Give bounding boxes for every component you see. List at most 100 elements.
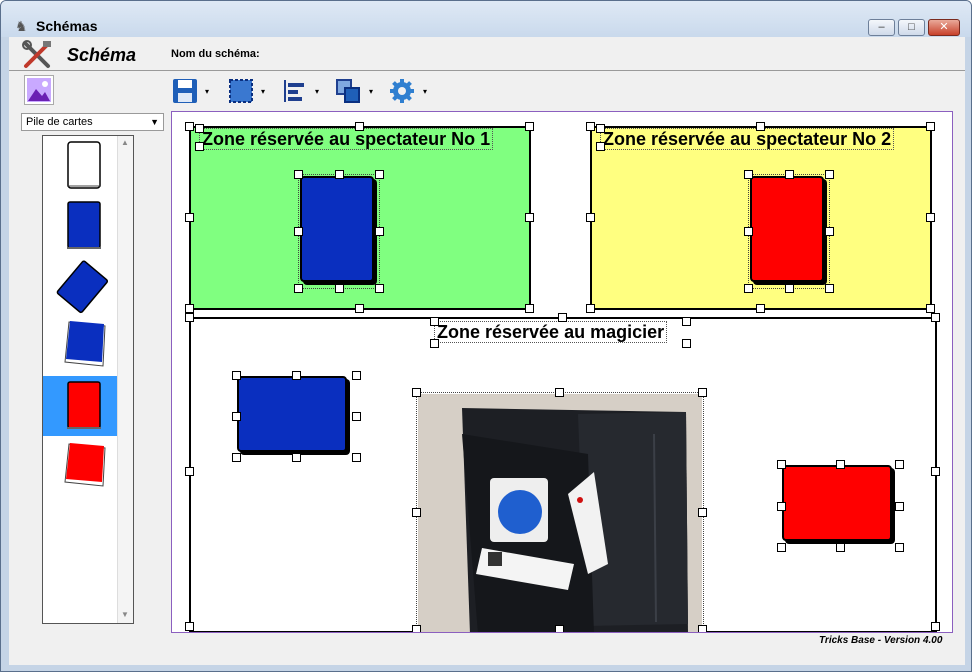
red-card-2-handle-tl[interactable] [744, 170, 753, 179]
scroll-up-icon[interactable]: ▲ [121, 138, 129, 147]
blue-card-3-handle-tr[interactable] [352, 371, 361, 380]
palette-category-select[interactable]: Pile de cartes ▼ [21, 113, 164, 131]
zone-1-handle-tl[interactable] [185, 122, 194, 131]
zone-3-handle-tr[interactable] [931, 313, 940, 322]
schema-canvas[interactable]: Zone réservée au spectateur No 1 Zone ré… [171, 111, 953, 633]
red-card-2-handle-tr[interactable] [825, 170, 834, 179]
palette-item-blue-card-rotated[interactable] [43, 256, 117, 316]
zone-3-title-handle-tl[interactable] [430, 317, 439, 326]
red-card-4-handle-tm[interactable] [836, 460, 845, 469]
photo-handle-tm[interactable] [555, 388, 564, 397]
blue-card-1-handle-ml[interactable] [294, 227, 303, 236]
blue-card-1-handle-bm[interactable] [335, 284, 344, 293]
blue-card-1-handle-mr[interactable] [375, 227, 384, 236]
zone-3-title-handle-bl[interactable] [430, 339, 439, 348]
insert-image-button[interactable] [24, 75, 54, 105]
palette-item-blue-deck[interactable] [43, 316, 117, 376]
close-button[interactable]: ✕ [928, 19, 960, 36]
zone-2-handle-br[interactable] [926, 304, 935, 313]
settings-button[interactable]: ▾ [389, 77, 431, 105]
palette-item-white-card[interactable] [43, 136, 117, 196]
scroll-down-icon[interactable]: ▼ [121, 610, 129, 619]
zone-1-handle-tm[interactable] [355, 122, 364, 131]
arrange-button[interactable]: ▾ [335, 77, 377, 105]
red-card-2-handle-tm[interactable] [785, 170, 794, 179]
palette-scrollbar[interactable]: ▲ ▼ [117, 136, 133, 623]
red-card-spectator-2[interactable] [750, 176, 824, 282]
spectator-2-zone-title[interactable]: Zone réservée au spectateur No 2 [600, 128, 895, 150]
blue-card-1-handle-br[interactable] [375, 284, 384, 293]
zone-3-title-handle-tr[interactable] [682, 317, 691, 326]
zone-2-handle-tl[interactable] [586, 122, 595, 131]
palette-item-red-card[interactable] [43, 376, 117, 436]
zone-2-handle-bm[interactable] [756, 304, 765, 313]
red-card-4-handle-tl[interactable] [777, 460, 786, 469]
photo-handle-tl[interactable] [412, 388, 421, 397]
blue-card-3-handle-br[interactable] [352, 453, 361, 462]
magician-zone-title[interactable]: Zone réservée au magicier [434, 321, 668, 343]
red-card-4-handle-bl[interactable] [777, 543, 786, 552]
blue-card-spectator-1[interactable] [300, 176, 374, 282]
blue-card-magician[interactable] [237, 376, 347, 452]
red-card-2-handle-br[interactable] [825, 284, 834, 293]
zone-3-handle-br[interactable] [931, 622, 940, 631]
zone-1-handle-br[interactable] [525, 304, 534, 313]
red-card-4-handle-br[interactable] [895, 543, 904, 552]
zone-2-handle-mr[interactable] [926, 213, 935, 222]
photo-handle-bl[interactable] [412, 625, 421, 632]
photo-handle-br[interactable] [698, 625, 707, 632]
zone-3-handle-tm[interactable] [558, 313, 567, 322]
palette-item-blue-card[interactable] [43, 196, 117, 256]
zone-2-handle-bl[interactable] [586, 304, 595, 313]
photo-handle-mr[interactable] [698, 508, 707, 517]
blue-card-3-handle-bl[interactable] [232, 453, 241, 462]
zone-2-title-handle-tl[interactable] [596, 124, 605, 133]
select-button[interactable]: ▾ [227, 77, 269, 105]
red-card-4-handle-mr[interactable] [895, 502, 904, 511]
red-card-4-handle-bm[interactable] [836, 543, 845, 552]
zone-3-title-handle-br[interactable] [682, 339, 691, 348]
zone-2-handle-tr[interactable] [926, 122, 935, 131]
zone-2-title-handle-bl[interactable] [596, 142, 605, 151]
palette-item-red-deck[interactable] [43, 436, 117, 496]
red-card-2-handle-bm[interactable] [785, 284, 794, 293]
zone-1-title-handle-tl[interactable] [195, 124, 204, 133]
maximize-button[interactable]: □ [898, 19, 925, 36]
blue-card-1-handle-bl[interactable] [294, 284, 303, 293]
photo-handle-ml[interactable] [412, 508, 421, 517]
zone-2-handle-ml[interactable] [586, 213, 595, 222]
red-card-magician[interactable] [782, 465, 892, 541]
blue-card-3-handle-tm[interactable] [292, 371, 301, 380]
photo-handle-bm[interactable] [555, 625, 564, 632]
blue-card-3-handle-tl[interactable] [232, 371, 241, 380]
blue-card-3-handle-mr[interactable] [352, 412, 361, 421]
zone-1-title-handle-bl[interactable] [195, 142, 204, 151]
title-bar[interactable]: ♞ Schémas – □ ✕ [1, 1, 971, 37]
red-card-4-handle-tr[interactable] [895, 460, 904, 469]
red-card-2-handle-mr[interactable] [825, 227, 834, 236]
minimize-button[interactable]: – [868, 19, 895, 36]
zone-3-handle-bl[interactable] [185, 622, 194, 631]
blue-card-1-handle-tl[interactable] [294, 170, 303, 179]
zone-3-handle-ml[interactable] [185, 467, 194, 476]
red-card-2-handle-bl[interactable] [744, 284, 753, 293]
photo-handle-tr[interactable] [698, 388, 707, 397]
zone-3-handle-tl[interactable] [185, 313, 194, 322]
zone-1-handle-tr[interactable] [525, 122, 534, 131]
zone-3-handle-mr[interactable] [931, 467, 940, 476]
blue-card-1-handle-tr[interactable] [375, 170, 384, 179]
spectator-1-zone-title[interactable]: Zone réservée au spectateur No 1 [199, 128, 494, 150]
zone-2-handle-tm[interactable] [756, 122, 765, 131]
zone-1-handle-bm[interactable] [355, 304, 364, 313]
zone-1-handle-bl[interactable] [185, 304, 194, 313]
wallet-photo[interactable] [418, 394, 702, 632]
save-button[interactable]: ▾ [171, 77, 213, 105]
zone-1-handle-ml[interactable] [185, 213, 194, 222]
blue-card-3-handle-ml[interactable] [232, 412, 241, 421]
red-card-2-handle-ml[interactable] [744, 227, 753, 236]
card-palette[interactable]: ▲ ▼ [42, 135, 134, 624]
blue-card-1-handle-tm[interactable] [335, 170, 344, 179]
align-button[interactable]: ▾ [281, 77, 323, 105]
blue-card-3-handle-bm[interactable] [292, 453, 301, 462]
red-card-4-handle-ml[interactable] [777, 502, 786, 511]
